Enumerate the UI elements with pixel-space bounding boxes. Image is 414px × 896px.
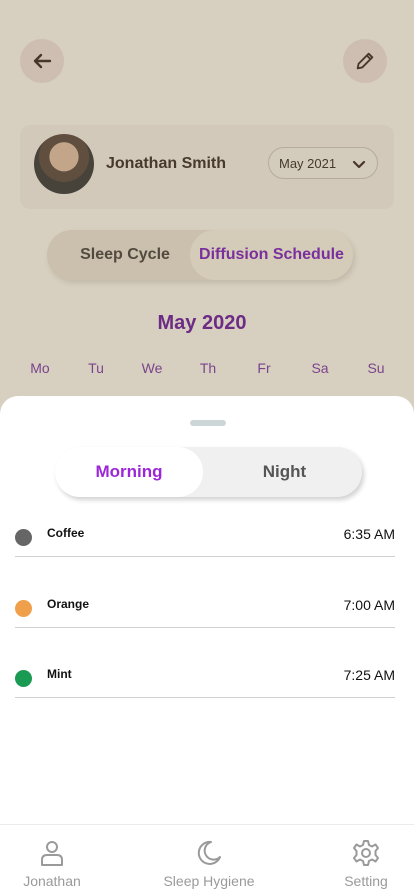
time-of-day-toggle: Morning Night: [55, 447, 362, 497]
nav-item-jonathan[interactable]: Jonathan: [12, 825, 92, 896]
row-divider: [15, 627, 395, 628]
gear-icon: [353, 840, 379, 866]
scent-color-dot: [15, 600, 32, 617]
nav-item-setting[interactable]: Setting: [326, 825, 406, 896]
row-divider: [15, 697, 395, 698]
scent-time: 6:35 AM: [343, 526, 395, 542]
scent-time: 7:00 AM: [343, 597, 395, 613]
scent-time: 7:25 AM: [343, 667, 395, 683]
toggle-night[interactable]: Night: [207, 447, 362, 497]
scent-name: Orange: [47, 597, 90, 611]
schedule-bottom-sheet: Morning Night Coffee 6:35 AM Orange 7:00…: [0, 396, 414, 824]
scent-color-dot: [15, 529, 32, 546]
scent-name: Mint: [47, 667, 72, 681]
scent-name: Coffee: [47, 526, 85, 540]
schedule-row[interactable]: Coffee 6:35 AM: [15, 520, 395, 560]
user-icon: [41, 841, 63, 866]
bottom-navigation: Jonathan Sleep Hygiene Setting: [0, 824, 414, 896]
schedule-row[interactable]: Mint 7:25 AM: [15, 661, 395, 701]
sheet-drag-handle[interactable]: [190, 420, 226, 426]
nav-label: Sleep Hygiene: [163, 873, 255, 889]
schedule-row[interactable]: Orange 7:00 AM: [15, 591, 395, 631]
nav-item-sleep-hygiene[interactable]: Sleep Hygiene: [154, 825, 264, 896]
nav-label: Setting: [344, 873, 388, 889]
moon-icon: [197, 840, 221, 865]
nav-label: Jonathan: [23, 873, 81, 889]
scent-color-dot: [15, 670, 32, 687]
toggle-morning[interactable]: Morning: [55, 447, 203, 497]
row-divider: [15, 556, 395, 557]
